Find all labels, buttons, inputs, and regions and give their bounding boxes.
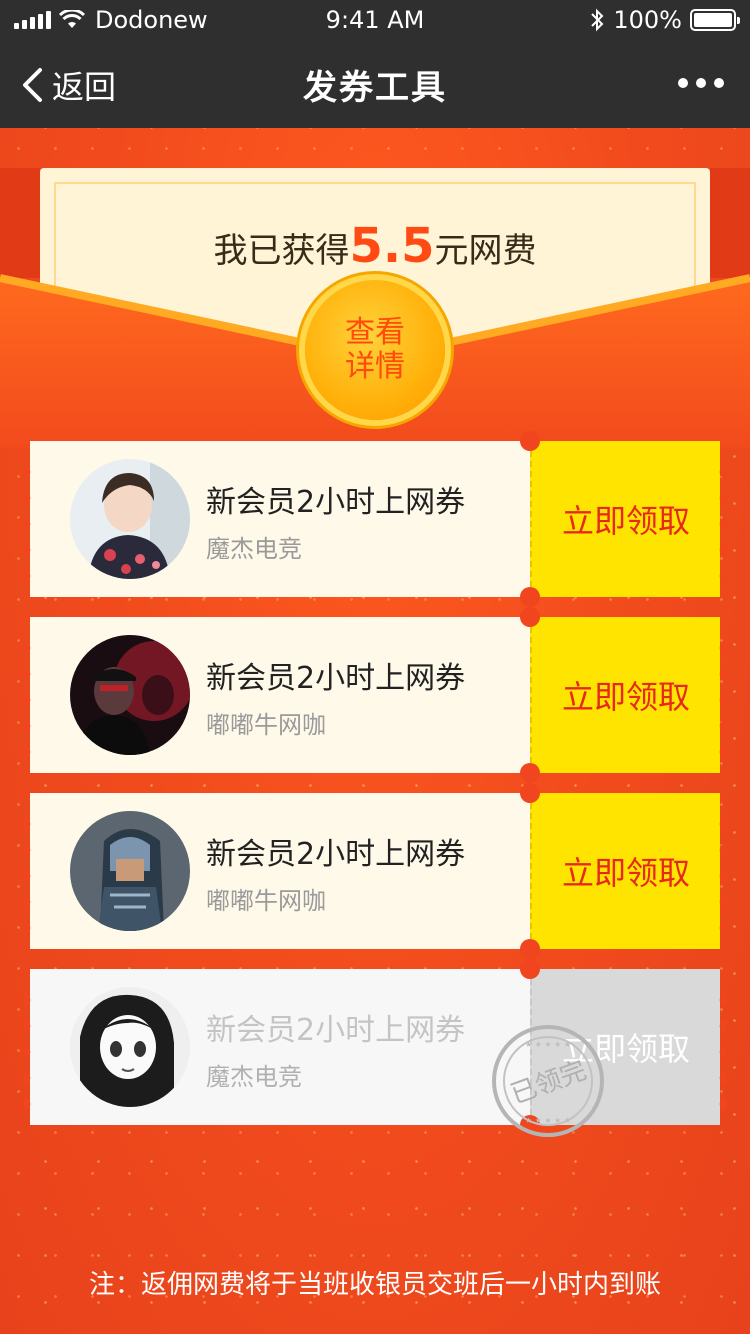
coupon-edge	[24, 987, 36, 1117]
coupon-edge	[24, 459, 36, 589]
coupon-title: 新会员2小时上网券	[206, 837, 466, 872]
shop-avatar	[70, 987, 190, 1107]
status-right: 100%	[589, 6, 740, 34]
coupon-notch	[520, 783, 540, 803]
bluetooth-icon	[591, 8, 604, 32]
coupon-title: 新会员2小时上网券	[206, 485, 466, 520]
coupon-body: 新会员2小时上网券 魔杰电竞	[24, 441, 530, 597]
coupon-notch	[520, 763, 540, 783]
more-dot-icon	[696, 78, 706, 88]
claimed-stamp-icon: ★ ★ ★ ★ ★ ★ ★ ★ ★ ★ 已领完	[492, 1025, 604, 1137]
more-dot-icon	[714, 78, 724, 88]
svg-text:★ ★ ★ ★ ★: ★ ★ ★ ★ ★	[525, 1040, 571, 1049]
claim-label: 立即领取	[561, 502, 690, 540]
claim-button[interactable]: 立即领取	[530, 617, 726, 773]
claim-button[interactable]: 立即领取	[530, 793, 726, 949]
coupon-card: 新会员2小时上网券 魔杰电竞 立即领取	[24, 431, 726, 607]
view-details-line1: 查看	[345, 315, 405, 350]
shop-avatar	[70, 811, 190, 931]
coupon-title: 新会员2小时上网券	[206, 661, 466, 696]
claim-label: 立即领取	[561, 854, 690, 892]
coupon-edge	[714, 987, 726, 1117]
shop-avatar	[70, 459, 190, 579]
gamer-avatar-image	[70, 635, 190, 755]
girl-avatar-image	[70, 459, 190, 579]
svg-text:已领完: 已领完	[507, 1055, 591, 1110]
coupon-edge	[714, 459, 726, 589]
coupon-shop: 嘟嘟牛网咖	[206, 711, 326, 739]
coupon-card: 新会员2小时上网券 嘟嘟牛网咖 立即领取	[24, 783, 726, 959]
claim-button[interactable]: 立即领取	[530, 441, 726, 597]
view-details-button[interactable]: 查看 详情	[305, 280, 445, 420]
coupon-notch	[520, 939, 540, 959]
view-details-label: 查看 详情	[343, 316, 407, 384]
coupon-card-claimed: 新会员2小时上网券 魔杰电竞 立即领取 ★ ★ ★ ★ ★ ★ ★ ★ ★ ★ …	[24, 959, 726, 1137]
footer-note: 注：返佣网费将于当班收银员交班后一小时内到账	[88, 1270, 661, 1300]
coupon-notch	[520, 587, 540, 607]
coupon-notch	[520, 959, 540, 979]
coupon-shop: 嘟嘟牛网咖	[206, 887, 326, 915]
anime-avatar-image	[70, 987, 190, 1107]
coupon-edge	[714, 635, 726, 765]
coupon-edge	[24, 635, 36, 765]
coupon-notch	[520, 431, 540, 451]
view-details-line2: 详情	[345, 349, 405, 384]
coupon-body: 新会员2小时上网券 嘟嘟牛网咖	[24, 617, 530, 773]
coupon-body: 新会员2小时上网券 嘟嘟牛网咖	[24, 793, 530, 949]
coupon-body: 新会员2小时上网券 魔杰电竞	[24, 969, 530, 1125]
top-bar: Dodonew 9:41 AM 100% 返回 发券工具	[0, 0, 750, 128]
battery-icon	[690, 9, 740, 31]
nav-bar: 返回 发券工具	[0, 40, 750, 128]
shop-avatar	[70, 635, 190, 755]
page-title: 发券工具	[303, 68, 447, 108]
coupon-notch	[520, 607, 540, 627]
coupon-edge	[24, 811, 36, 941]
main-area: 我已获得5.5元网费 查看 详情 新会员2小时上网券 魔杰电竞 立即领取 新会员…	[0, 128, 750, 1334]
status-bar: Dodonew 9:41 AM 100%	[0, 0, 750, 40]
coupon-edge	[714, 811, 726, 941]
svg-text:★ ★ ★ ★ ★: ★ ★ ★ ★ ★	[525, 1116, 571, 1125]
coupon-shop: 魔杰电竞	[206, 535, 302, 563]
coupon-title: 新会员2小时上网券	[206, 1013, 466, 1048]
more-button[interactable]	[678, 78, 724, 88]
knight-avatar-image	[70, 811, 190, 931]
claim-label: 立即领取	[561, 678, 690, 716]
coupon-card: 新会员2小时上网券 嘟嘟牛网咖 立即领取	[24, 607, 726, 783]
more-dot-icon	[678, 78, 688, 88]
battery-percent: 100%	[613, 6, 682, 34]
coupon-shop: 魔杰电竞	[206, 1063, 302, 1091]
